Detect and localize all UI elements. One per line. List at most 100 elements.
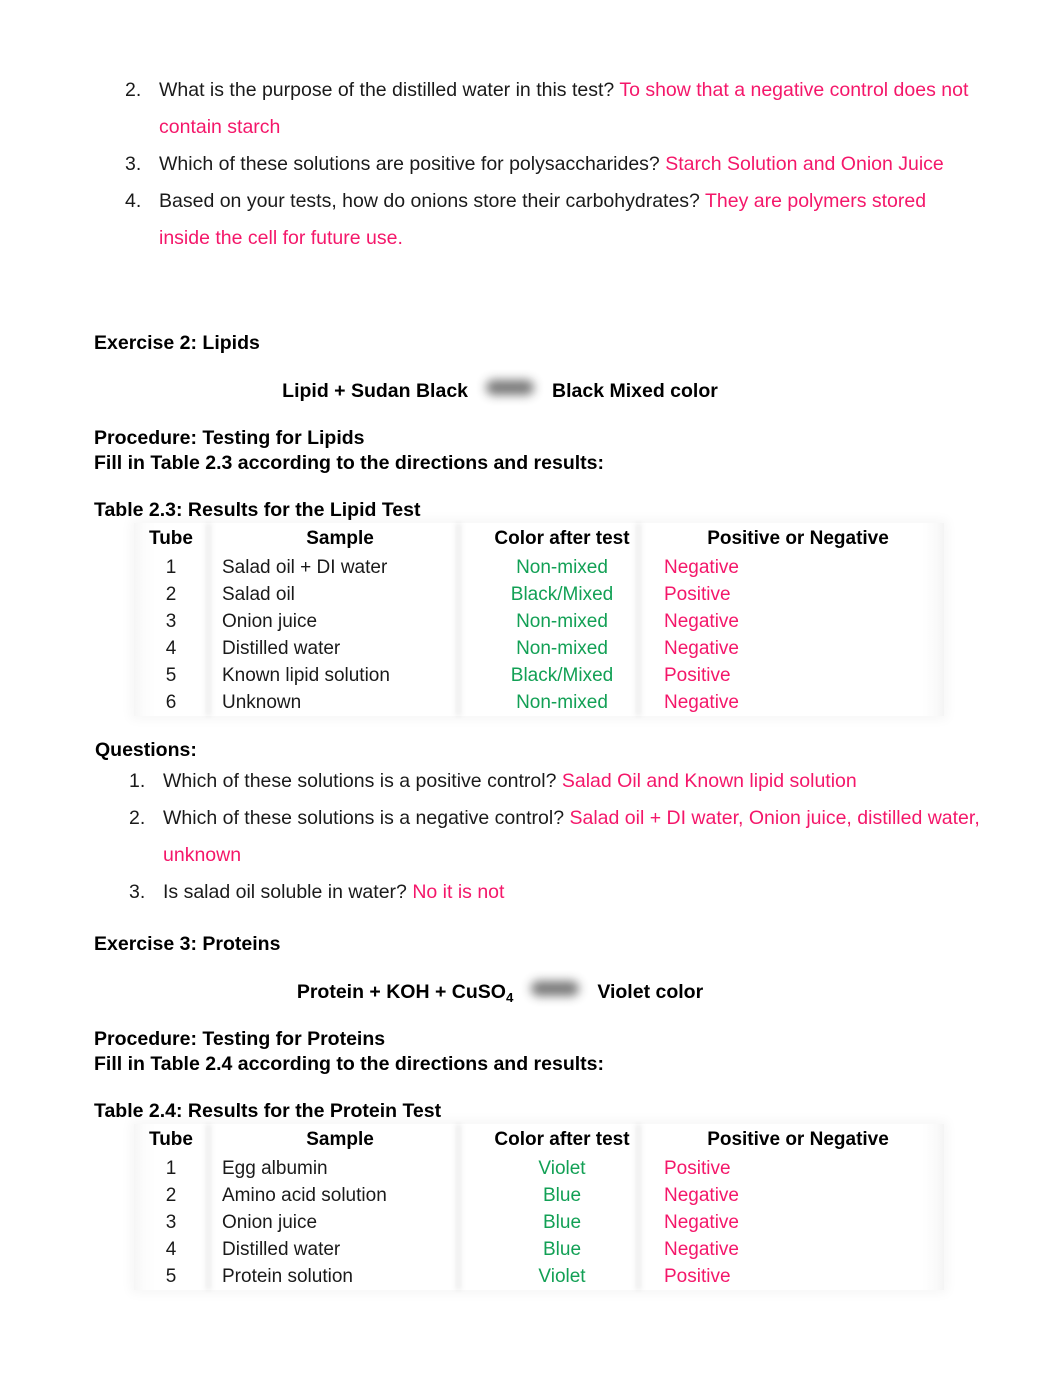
- question-text: What is the purpose of the distilled wat…: [159, 79, 615, 101]
- cell-color: Violet: [538, 1157, 586, 1179]
- question-text: Which of these solutions are positive fo…: [159, 153, 660, 175]
- answer-text: Starch Solution and Onion Juice: [665, 153, 944, 175]
- table-2-4-caption: Table 2.4: Results for the Protein Test: [94, 1100, 442, 1122]
- cell-tube: 5: [165, 664, 177, 686]
- equation-right: Black Mixed color: [552, 380, 718, 402]
- cell-color: Non-mixed: [516, 691, 608, 713]
- table-2-4-body: 1 Egg albumin Violet Positive 2 Amino ac…: [134, 1155, 944, 1290]
- column-header-tube: Tube: [149, 527, 193, 549]
- table-row: 6 Unknown Non-mixed Negative: [134, 689, 944, 716]
- cell-sample: Egg albumin: [222, 1157, 328, 1179]
- lipid-questions-heading: Questions:: [95, 739, 197, 761]
- cell-color: Non-mixed: [516, 610, 608, 632]
- equation-left: Protein + KOH + CuSO4: [296, 981, 514, 1005]
- list-item: 2. What is the purpose of the distilled …: [92, 72, 982, 146]
- top-questions-block: 2. What is the purpose of the distilled …: [92, 72, 982, 257]
- lipid-procedure-block: Procedure: Testing for Lipids Fill in Ta…: [94, 426, 604, 476]
- cell-tube: 5: [165, 1265, 177, 1287]
- table-row: 1 Egg albumin Violet Positive: [134, 1155, 944, 1182]
- cell-tube: 2: [165, 1184, 177, 1206]
- cell-sample: Amino acid solution: [222, 1184, 387, 1206]
- cell-result: Negative: [664, 556, 739, 578]
- protein-procedure-block: Procedure: Testing for Proteins Fill in …: [94, 1027, 604, 1077]
- cell-sample: Salad oil + DI water: [222, 556, 388, 578]
- list-number: 4.: [125, 190, 142, 212]
- cell-result: Negative: [664, 610, 739, 632]
- cell-result: Positive: [664, 583, 731, 605]
- protein-equation: Protein + KOH + CuSO4 Violet color: [0, 979, 1000, 1007]
- document-page: 2. What is the purpose of the distilled …: [0, 0, 1062, 1376]
- cell-tube: 2: [165, 583, 177, 605]
- exercise-2-heading: Exercise 2: Lipids: [94, 332, 260, 354]
- column-header-sample: Sample: [306, 1128, 374, 1150]
- cell-sample: Unknown: [222, 691, 302, 713]
- cell-result: Positive: [664, 664, 731, 686]
- cell-color: Non-mixed: [516, 556, 608, 578]
- procedure-line-2: Fill in Table 2.3 according to the direc…: [94, 452, 604, 474]
- table-row: 5 Protein solution Violet Positive: [134, 1263, 944, 1290]
- cell-result: Negative: [664, 637, 739, 659]
- table-row: 4 Distilled water Non-mixed Negative: [134, 635, 944, 662]
- table-2-4: Tube Sample Color after test Positive or…: [134, 1124, 944, 1290]
- table-row: 4 Distilled water Blue Negative: [134, 1236, 944, 1263]
- table-row: 2 Salad oil Black/Mixed Positive: [134, 581, 944, 608]
- cell-sample: Distilled water: [222, 637, 341, 659]
- column-header-color: Color after test: [494, 1128, 630, 1150]
- column-header-sample: Sample: [306, 527, 374, 549]
- list-item: 3. Which of these solutions are positive…: [92, 146, 982, 183]
- table-row: 1 Salad oil + DI water Non-mixed Negativ…: [134, 554, 944, 581]
- equation-subscript: 4: [505, 990, 514, 1005]
- cell-tube: 1: [165, 1157, 177, 1179]
- cell-sample: Salad oil: [222, 583, 295, 605]
- question-text: Which of these solutions is a positive c…: [163, 770, 557, 792]
- cell-color: Black/Mixed: [510, 583, 614, 605]
- cell-tube: 4: [165, 1238, 177, 1260]
- column-header-result: Positive or Negative: [707, 527, 889, 549]
- cell-tube: 1: [165, 556, 177, 578]
- question-text: Is salad oil soluble in water?: [163, 881, 407, 903]
- table-row: 3 Onion juice Blue Negative: [134, 1209, 944, 1236]
- list-number: 1.: [129, 770, 146, 792]
- cell-color: Violet: [538, 1265, 586, 1287]
- cell-tube: 3: [165, 610, 177, 632]
- table-2-3-body: 1 Salad oil + DI water Non-mixed Negativ…: [134, 554, 944, 716]
- list-number: 2.: [125, 79, 142, 101]
- column-header-tube: Tube: [149, 1128, 193, 1150]
- cell-sample: Known lipid solution: [222, 664, 390, 686]
- cell-tube: 4: [165, 637, 177, 659]
- answer-text: No it is not: [412, 881, 505, 903]
- table-header-row: Tube Sample Color after test Positive or…: [134, 523, 944, 554]
- top-questions-list: 2. What is the purpose of the distilled …: [92, 72, 982, 257]
- cell-color: Blue: [542, 1184, 582, 1206]
- equation-right: Violet color: [597, 981, 704, 1003]
- procedure-line-1: Procedure: Testing for Proteins: [94, 1028, 386, 1050]
- cell-result: Negative: [664, 691, 739, 713]
- lipid-equation: Lipid + Sudan Black Black Mixed color: [0, 378, 1000, 404]
- column-header-result: Positive or Negative: [707, 1128, 889, 1150]
- cell-sample: Onion juice: [222, 1211, 318, 1233]
- cell-color: Blue: [542, 1238, 582, 1260]
- equation-left-formula: Protein + KOH + CuSO: [296, 981, 506, 1003]
- cell-result: Positive: [664, 1265, 731, 1287]
- question-text: Based on your tests, how do onions store…: [159, 190, 700, 212]
- cell-sample: Protein solution: [222, 1265, 353, 1287]
- table-row: 2 Amino acid solution Blue Negative: [134, 1182, 944, 1209]
- cell-color: Non-mixed: [516, 637, 608, 659]
- procedure-line-1: Procedure: Testing for Lipids: [94, 427, 365, 449]
- list-number: 3.: [129, 881, 146, 903]
- table-2-3-wrap: Tube Sample Color after test Positive or…: [134, 523, 944, 716]
- table-2-3-caption: Table 2.3: Results for the Lipid Test: [94, 499, 421, 521]
- redacted-arrow-icon: [531, 981, 580, 996]
- cell-result: Negative: [664, 1238, 739, 1260]
- cell-result: Negative: [664, 1211, 739, 1233]
- cell-color: Black/Mixed: [510, 664, 614, 686]
- cell-result: Negative: [664, 1184, 739, 1206]
- list-number: 2.: [129, 807, 146, 829]
- list-item: 3. Is salad oil soluble in water? No it …: [96, 874, 986, 911]
- table-header-row: Tube Sample Color after test Positive or…: [134, 1124, 944, 1155]
- table-2-4-wrap: Tube Sample Color after test Positive or…: [134, 1124, 944, 1290]
- answer-text: Salad Oil and Known lipid solution: [561, 770, 857, 792]
- list-item: 1. Which of these solutions is a positiv…: [96, 763, 986, 800]
- procedure-line-2: Fill in Table 2.4 according to the direc…: [94, 1053, 604, 1075]
- question-text: Which of these solutions is a negative c…: [163, 807, 565, 829]
